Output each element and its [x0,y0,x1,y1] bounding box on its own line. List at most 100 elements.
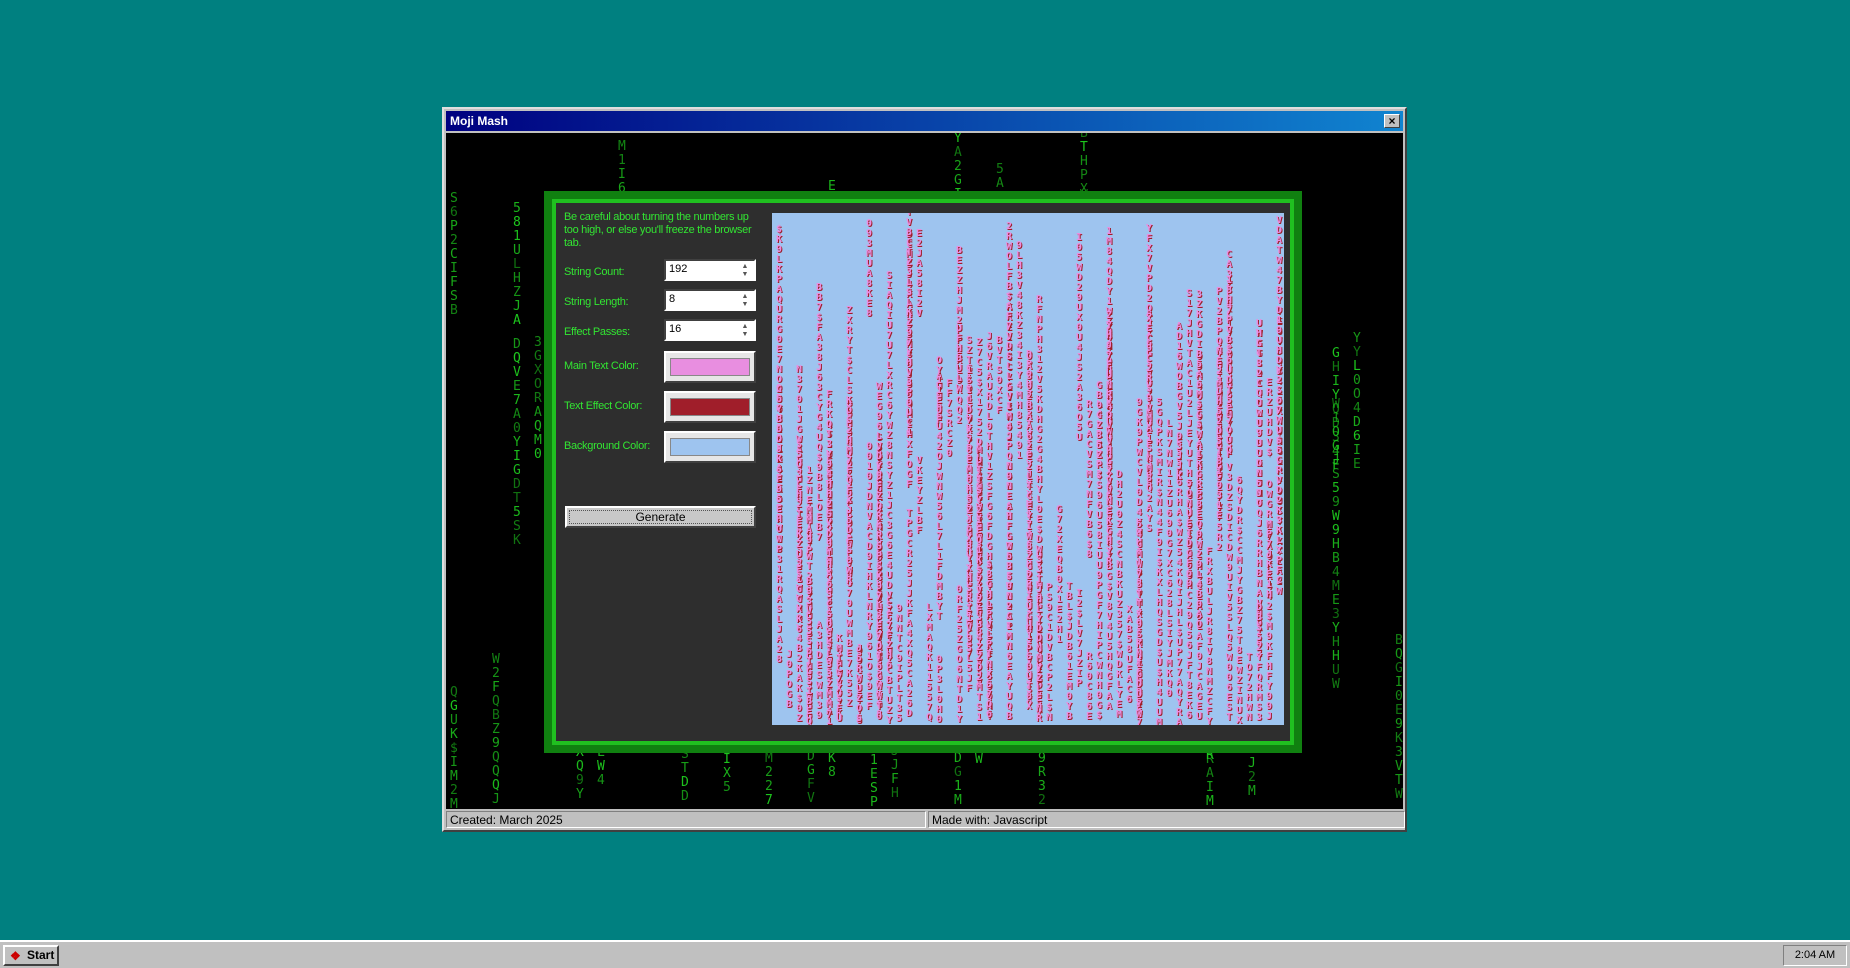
matrix-glyph: L [513,257,521,272]
matrix-glyph: W [1332,677,1340,692]
matrix-glyph: Y [576,787,584,802]
main-glyph: 6 [986,709,992,720]
matrix-glyph: U [450,713,458,728]
main-glyph: 3 [1256,712,1262,723]
matrix-glyph: W [492,652,500,667]
main-glyph: V [1106,420,1112,431]
main-glyph: F [966,683,972,694]
matrix-glyph: P [870,795,878,809]
matrix-glyph: W [975,752,983,767]
main-glyph: Q [806,716,812,725]
matrix-glyph: Q [1395,647,1403,662]
main-glyph: 6 [796,624,802,635]
matrix-glyph: G [1332,439,1340,454]
matrix-glyph: 9 [1332,495,1340,510]
matrix-glyph: D [1353,415,1361,430]
matrix-glyph: G [513,463,521,478]
matrix-glyph: 4 [1332,565,1340,580]
string-count-value: 192 [669,263,687,275]
matrix-glyph: Q [534,419,542,434]
generated-text-art: 223344332222LL004422AAOOTTFF88CCSS3311RR… [776,213,1284,725]
matrix-glyph: 0 [513,421,521,436]
main-glyph: R [1036,713,1043,724]
close-button[interactable]: × [1384,114,1400,128]
main-glyph: 7 [826,709,832,720]
spin-arrows-icon[interactable]: ▲ ▼ [740,323,750,339]
matrix-glyph: 6 [1353,429,1361,444]
matrix-glyph: H [1332,635,1340,650]
background-color-picker[interactable] [664,431,756,463]
main-glyph: B [786,699,792,710]
matrix-glyph: Y [1353,345,1361,360]
matrix-glyph: C [450,247,458,262]
matrix-glyph: V [807,791,815,806]
generate-button[interactable]: Generate [565,506,756,528]
warning-text: Be careful about turning the numbers up … [564,211,754,250]
main-glyph: X [1236,715,1242,725]
main-glyph: K [1176,471,1182,482]
matrix-glyph: 2 [1038,793,1046,808]
matrix-glyph: M [765,751,773,766]
main-glyph: M [1156,717,1162,725]
matrix-glyph: W [1395,787,1403,802]
main-glyph: X [1026,701,1032,712]
spin-arrows-icon[interactable]: ▲ ▼ [740,263,750,279]
matrix-glyph: G [954,765,962,780]
string-count-row: String Count: 192 ▲ ▼ [564,258,764,288]
matrix-glyph: B [1395,633,1403,648]
main-glyph: 8 [866,308,872,319]
matrix-glyph: 4 [1353,401,1361,416]
matrix-glyph: 5 [996,162,1004,177]
string-count-input[interactable]: 192 ▲ ▼ [664,259,756,281]
main-glyph: F [936,415,942,426]
matrix-glyph: S [450,289,458,304]
string-length-value: 8 [669,293,675,305]
matrix-glyph: I [1332,374,1340,389]
matrix-glyph: M [1248,784,1256,799]
string-length-input[interactable]: 8 ▲ ▼ [664,289,756,311]
matrix-glyph: L [1353,359,1361,374]
matrix-glyph: 7 [513,393,521,408]
main-glyph: H [1266,589,1272,600]
matrix-glyph: T [513,491,521,506]
control-panel-frame: Be careful about turning the numbers up … [544,191,1302,753]
spin-arrows-icon[interactable]: ▲ ▼ [740,293,750,309]
matrix-glyph: J [1248,756,1256,771]
main-text-color-picker[interactable] [664,351,756,383]
matrix-glyph: F [891,772,899,787]
matrix-glyph: B [1332,551,1340,566]
matrix-glyph: Q [492,764,500,779]
matrix-glyph: Y [513,435,521,450]
main-glyph: W [1276,586,1283,597]
matrix-glyph: 1 [513,229,521,244]
title-bar[interactable]: Moji Mash × [446,111,1403,131]
matrix-glyph: A [954,145,962,160]
string-length-row: String Length: 8 ▲ ▼ [564,288,764,318]
matrix-glyph: 0 [534,447,542,462]
matrix-glyph: 2 [765,779,773,794]
matrix-glyph: 2 [765,765,773,780]
effect-passes-row: Effect Passes: 16 ▲ ▼ [564,318,764,348]
matrix-glyph: 9 [1038,751,1046,766]
matrix-glyph: V [513,365,521,380]
matrix-glyph: I [1206,780,1214,795]
main-glyph: E [1216,510,1222,521]
background-color-label: Background Color: [564,440,650,452]
main-glyph: F [916,525,922,536]
matrix-glyph: K [828,751,836,766]
matrix-glyph: 1 [954,779,962,794]
matrix-glyph: J [513,299,521,314]
main-glyph: Q [1226,445,1232,456]
main-glyph: 0 [946,448,952,459]
matrix-glyph: W [597,759,605,774]
matrix-glyph: 4 [597,773,605,788]
matrix-glyph: H [1332,537,1340,552]
matrix-glyph: 5 [1332,481,1340,496]
matrix-glyph: T [1080,140,1088,155]
matrix-glyph: 5 [723,780,731,795]
main-glyph: Q [926,712,932,723]
text-effect-color-picker[interactable] [664,391,756,423]
matrix-glyph: 0 [1395,689,1403,704]
matrix-glyph: E [1353,457,1361,472]
effect-passes-input[interactable]: 16 ▲ ▼ [664,319,756,341]
